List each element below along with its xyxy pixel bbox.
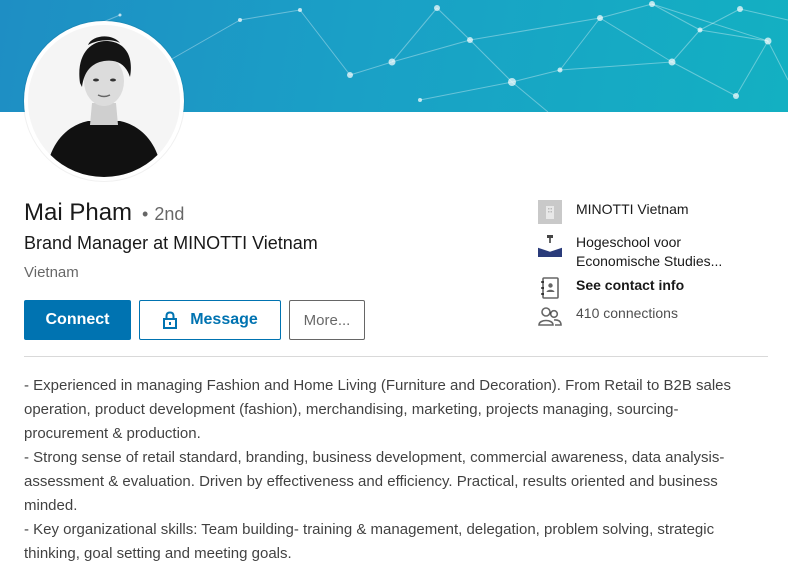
avatar: [28, 25, 180, 177]
degree-separator: •: [142, 204, 149, 224]
section-divider: [24, 356, 768, 357]
more-actions-button[interactable]: More...: [289, 300, 365, 340]
more-button-label: More...: [303, 311, 351, 329]
contact-card-icon: [538, 276, 562, 300]
name-row: Mai Pham • 2nd: [24, 199, 184, 227]
connections-count: 410 connections: [576, 305, 678, 321]
message-button[interactable]: Message: [139, 300, 281, 340]
summary-line: operation, product development (fashion)…: [24, 401, 679, 418]
summary-line: procurement & production.: [24, 425, 201, 442]
summary-line: - Strong sense of retail standard, brand…: [24, 449, 725, 466]
company-logo-icon: [538, 200, 562, 224]
connection-degree: 2nd: [154, 204, 185, 224]
school-name-line1: Hogeschool voor: [576, 234, 682, 250]
summary-line: - Key organizational skills: Team buildi…: [24, 521, 715, 538]
lock-icon: [162, 311, 178, 329]
connect-button-label: Connect: [45, 311, 110, 328]
connections-icon: [538, 304, 562, 328]
school-name-line2: Economische Studies...: [576, 253, 723, 269]
profile-summary: - Experienced in managing Fashion and Ho…: [24, 374, 774, 566]
profile-location: Vietnam: [24, 264, 79, 281]
avatar-portrait-icon: [28, 25, 180, 177]
profile-name: Mai Pham: [24, 199, 133, 226]
summary-line: minded.: [24, 497, 78, 514]
current-company-link[interactable]: MINOTTI Vietnam: [538, 200, 689, 224]
profile-headline: Brand Manager at MINOTTI Vietnam: [24, 233, 318, 253]
school-name: Hogeschool voor Economische Studies...: [576, 233, 722, 271]
connections-link[interactable]: 410 connections: [538, 304, 678, 328]
school-link[interactable]: Hogeschool voor Economische Studies...: [538, 233, 722, 271]
summary-line: assessment & evaluation. Driven by effec…: [24, 473, 718, 490]
profile-photo[interactable]: [24, 21, 184, 181]
school-logo-icon: [538, 233, 562, 257]
company-name: MINOTTI Vietnam: [576, 201, 689, 217]
summary-line: thinking, goal setting and meeting goals…: [24, 545, 292, 562]
contact-info-label: See contact info: [576, 277, 685, 293]
contact-info-link[interactable]: See contact info: [538, 276, 684, 300]
message-button-label: Message: [190, 311, 258, 328]
connect-button[interactable]: Connect: [24, 300, 131, 340]
summary-line: - Experienced in managing Fashion and Ho…: [24, 377, 732, 394]
